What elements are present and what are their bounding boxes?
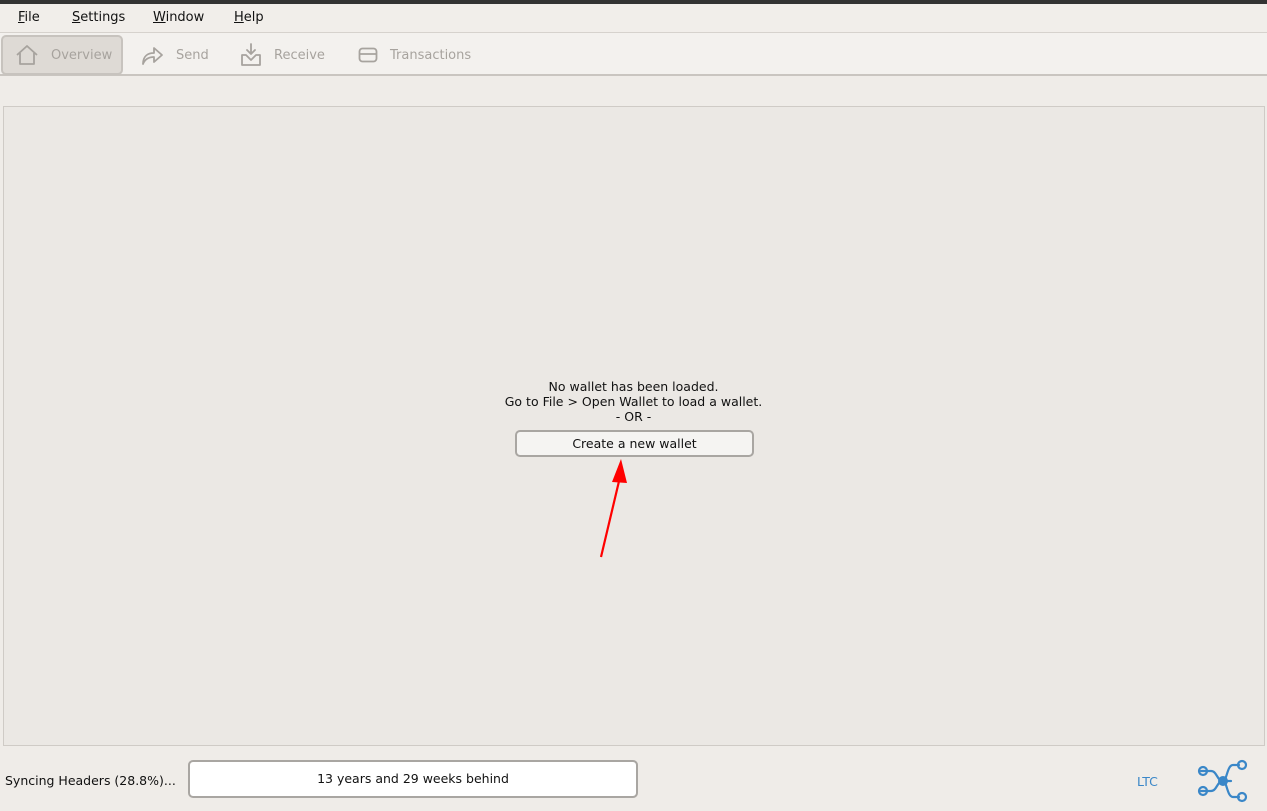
tab-receive-label: Receive (274, 47, 325, 63)
tab-overview-label: Overview (51, 47, 113, 63)
inbox-tray-icon (240, 43, 262, 67)
tab-transactions-label: Transactions (390, 47, 472, 63)
sync-status-label: Syncing Headers (28.8%)... (5, 773, 176, 788)
tab-send[interactable]: Send (140, 35, 209, 75)
sync-progress-bar: 13 years and 29 weeks behind (188, 760, 638, 798)
open-wallet-hint: Go to File > Open Wallet to load a walle… (504, 394, 763, 409)
menu-help[interactable]: Help (234, 10, 264, 25)
no-wallet-message: No wallet has been loaded. (548, 379, 719, 394)
tab-send-label: Send (176, 47, 209, 63)
main-panel (3, 106, 1265, 746)
network-connections-icon[interactable] (1197, 757, 1249, 805)
tab-transactions[interactable]: Transactions (358, 35, 471, 75)
home-icon (15, 44, 39, 66)
menu-file[interactable]: File (18, 10, 40, 25)
card-icon (358, 47, 378, 63)
or-separator: - OR - (615, 409, 652, 424)
menu-bar: File Settings Window Help (0, 4, 1267, 32)
tab-overview[interactable]: Overview (1, 35, 123, 75)
menu-window[interactable]: Window (153, 10, 204, 25)
send-arrow-icon (140, 44, 164, 66)
unit-selector[interactable]: LTC (1137, 774, 1158, 789)
tab-receive[interactable]: Receive (240, 35, 325, 75)
annotation-arrow-icon (599, 459, 627, 558)
menu-settings[interactable]: Settings (72, 10, 125, 25)
create-wallet-button[interactable]: Create a new wallet (515, 430, 754, 457)
toolbar: Overview Send Receive Transactions (0, 32, 1267, 76)
